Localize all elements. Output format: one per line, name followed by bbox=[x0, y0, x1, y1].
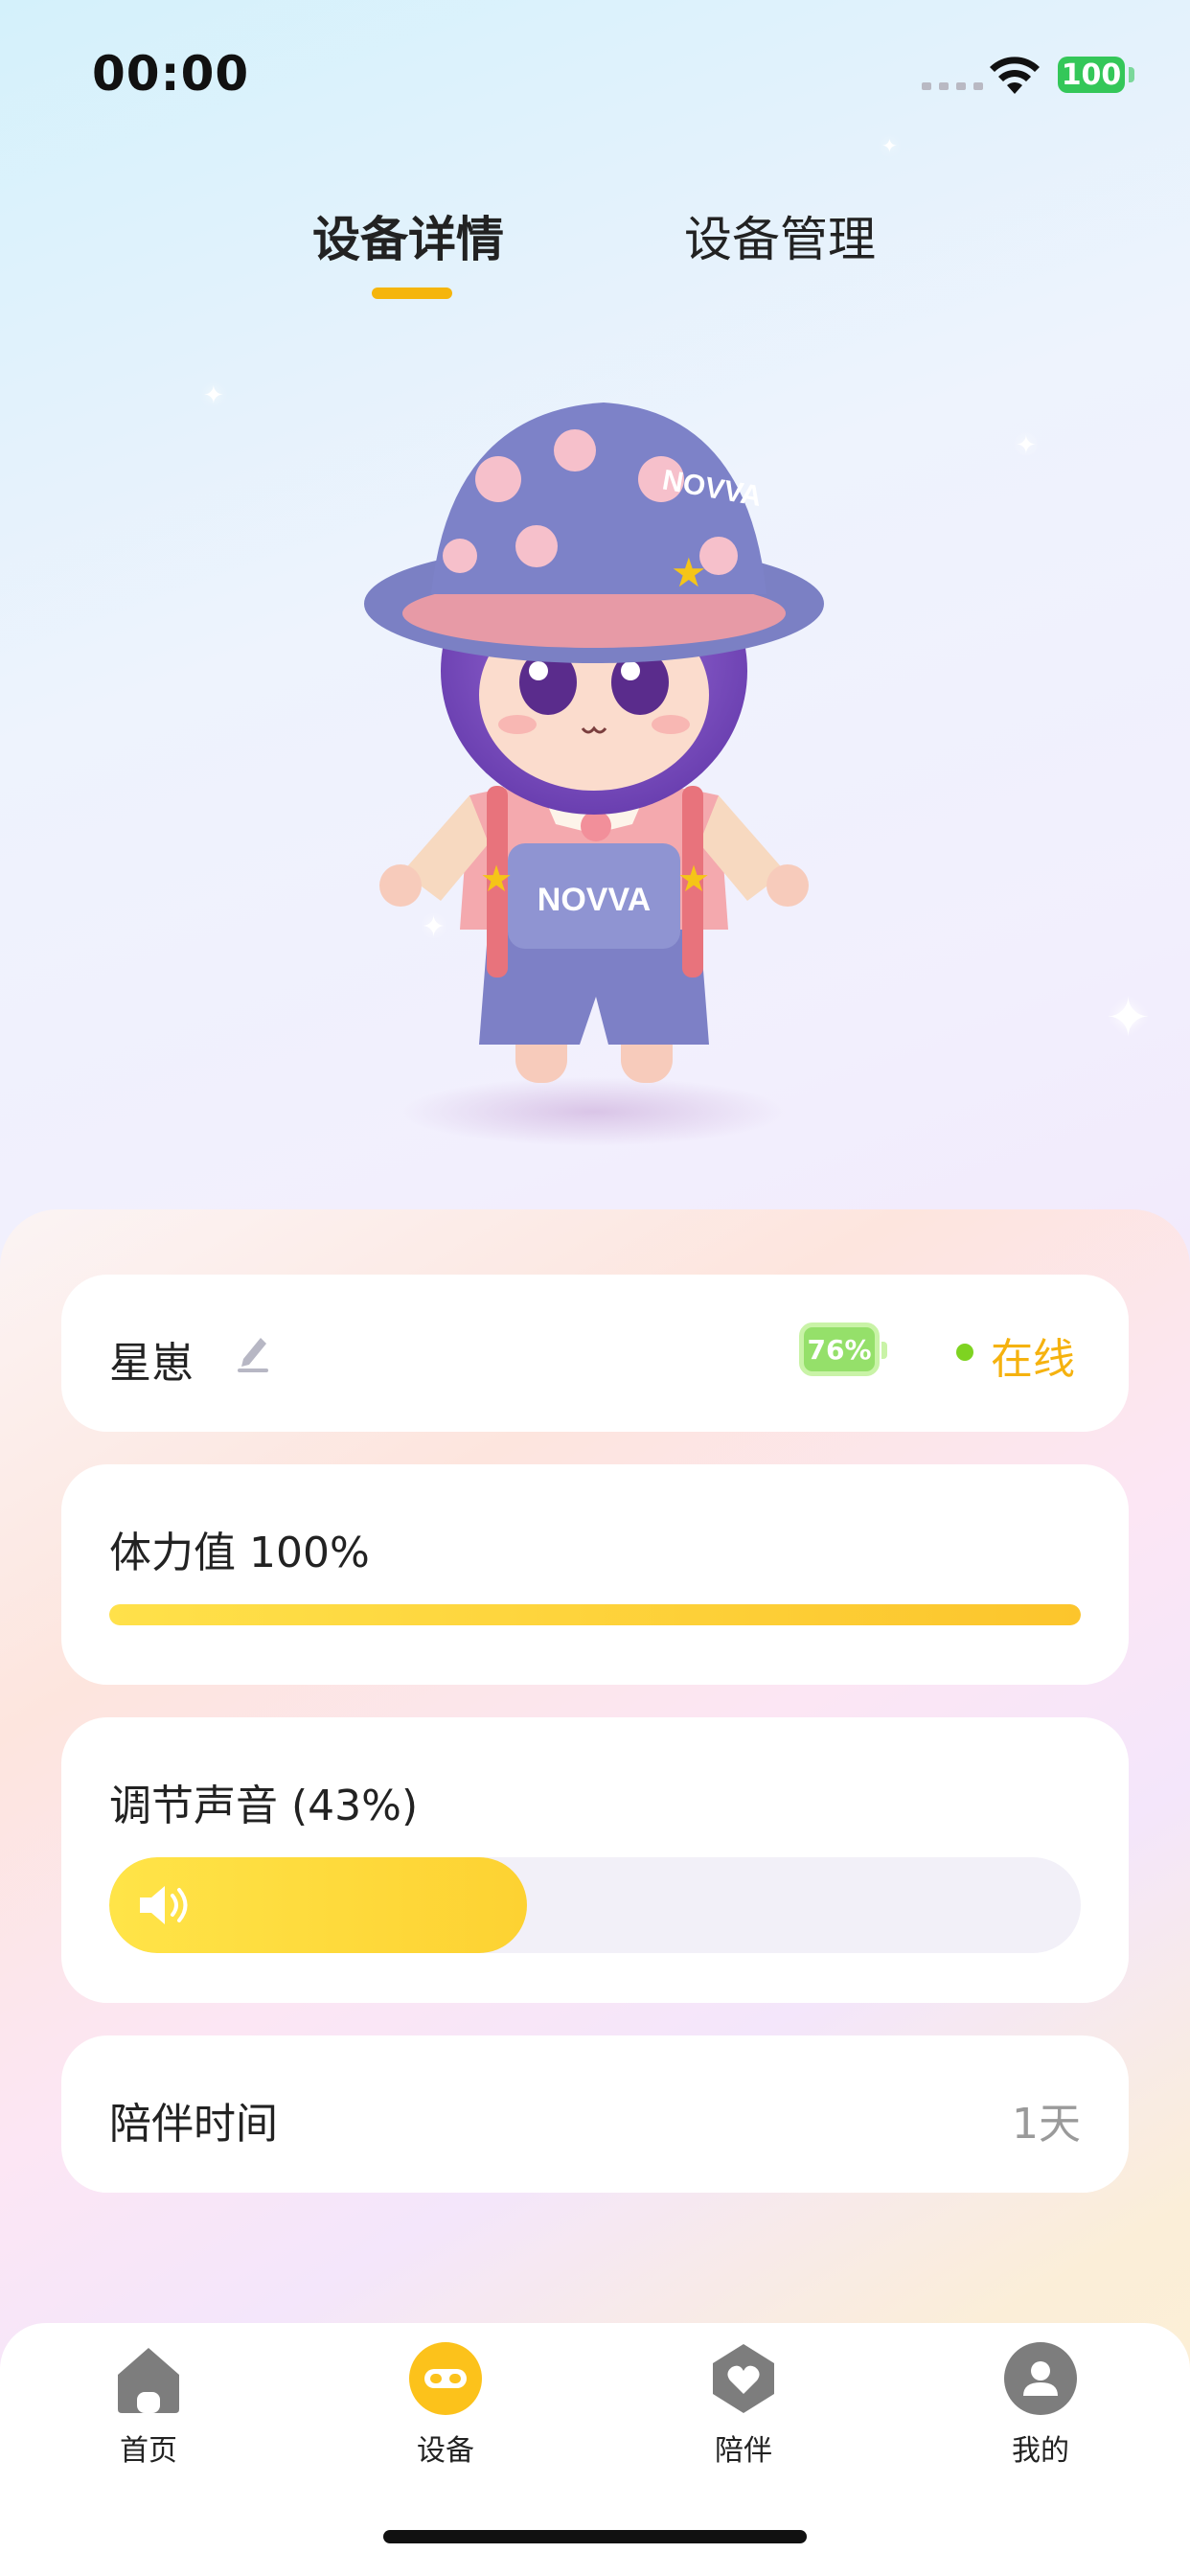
device-name-card: 星崽 76% 在线 bbox=[61, 1275, 1129, 1432]
doll-bib-text: NOVVA bbox=[538, 882, 651, 918]
sparkle-icon: ✦ bbox=[203, 381, 224, 410]
device-battery-cap bbox=[881, 1342, 887, 1359]
sparkle-icon: ✦ bbox=[1106, 987, 1151, 1049]
nav-label-profile: 我的 bbox=[1012, 2434, 1069, 2468]
speaker-icon bbox=[140, 1886, 188, 1924]
stamina-card: 体力值 100% bbox=[61, 1464, 1129, 1685]
nav-item-device[interactable]: 设备 bbox=[369, 2342, 522, 2469]
device-detail-screen: 00:00 100 设备详情 设备管理 ✦ ✦ ✦ ✦ ✦ NOVVA ★ ★ … bbox=[0, 0, 1190, 2576]
sparkle-icon: ✦ bbox=[1016, 431, 1037, 460]
battery-indicator: 100 bbox=[1058, 57, 1125, 93]
sparkle-icon: ✦ bbox=[881, 134, 898, 157]
nav-item-profile[interactable]: 我的 bbox=[964, 2342, 1117, 2469]
stamina-progress-bar bbox=[109, 1604, 1081, 1625]
nav-label-device: 设备 bbox=[417, 2434, 474, 2468]
companion-time-value: 1天 bbox=[1012, 2100, 1081, 2149]
heart-icon bbox=[713, 2344, 774, 2413]
online-status: 在线 bbox=[991, 1335, 1075, 1384]
nav-item-home[interactable]: 首页 bbox=[72, 2342, 225, 2469]
svg-text:★: ★ bbox=[671, 549, 707, 596]
volume-slider[interactable] bbox=[109, 1857, 1081, 1953]
nav-item-companion[interactable]: 陪伴 bbox=[667, 2342, 820, 2469]
home-icon bbox=[118, 2348, 179, 2413]
profile-icon bbox=[1004, 2342, 1077, 2415]
battery-cap bbox=[1129, 67, 1134, 82]
companion-time-card[interactable]: 陪伴时间 1天 bbox=[61, 2036, 1129, 2193]
home-indicator[interactable] bbox=[383, 2530, 807, 2543]
stamina-progress-fill bbox=[109, 1604, 1081, 1625]
wifi-icon bbox=[990, 57, 1040, 94]
tab-device-details[interactable]: 设备详情 bbox=[312, 201, 504, 270]
companion-time-label: 陪伴时间 bbox=[109, 2100, 278, 2149]
volume-card: 调节声音 (43%) bbox=[61, 1717, 1129, 2003]
svg-text:★: ★ bbox=[677, 858, 710, 900]
doll-illustration: NOVVA ★ ★ NOVVA ★ bbox=[364, 402, 824, 1146]
nav-label-companion: 陪伴 bbox=[715, 2434, 772, 2468]
cellular-signal-icon bbox=[922, 82, 983, 90]
volume-label: 调节声音 (43%) bbox=[109, 1782, 419, 1830]
edit-icon[interactable] bbox=[234, 1330, 272, 1372]
device-name: 星崽 bbox=[109, 1339, 194, 1388]
status-time: 00:00 bbox=[92, 46, 250, 102]
volume-slider-fill[interactable] bbox=[109, 1857, 528, 1953]
stamina-label: 体力值 100% bbox=[109, 1529, 370, 1577]
svg-text:★: ★ bbox=[480, 858, 513, 900]
nav-label-home: 首页 bbox=[120, 2434, 177, 2468]
device-icon bbox=[409, 2342, 482, 2415]
tab-device-management[interactable]: 设备管理 bbox=[684, 201, 876, 270]
device-battery-badge: 76% bbox=[799, 1322, 880, 1376]
online-status-dot bbox=[956, 1344, 973, 1361]
active-tab-indicator bbox=[372, 288, 452, 299]
